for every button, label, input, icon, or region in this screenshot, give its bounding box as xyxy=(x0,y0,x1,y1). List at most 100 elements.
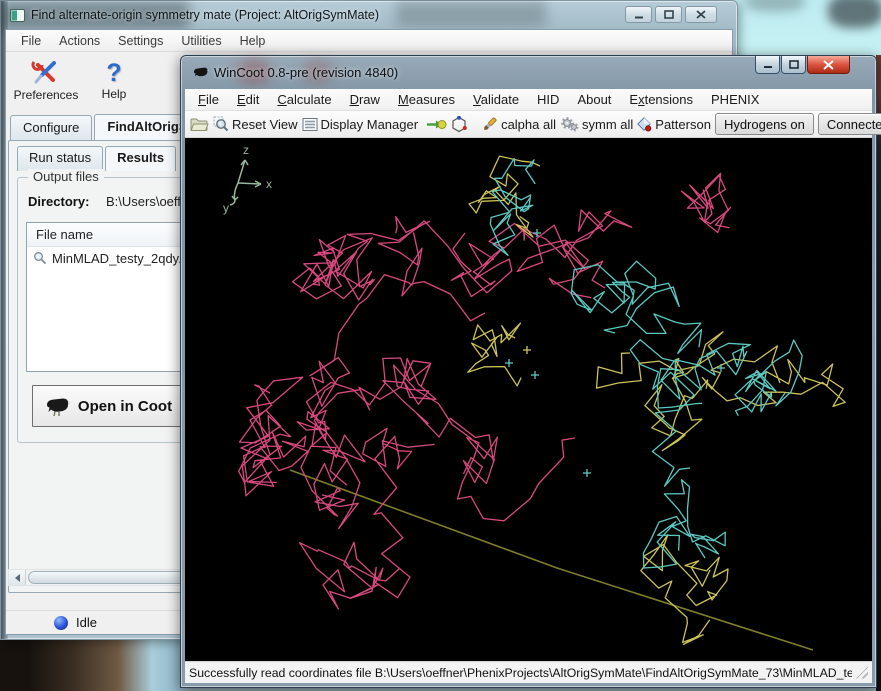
wincoot-menu-bar: FileEditCalculateDrawMeasuresValidateHID… xyxy=(185,89,872,111)
preferences-label: Preferences xyxy=(14,88,79,102)
directory-label: Directory: xyxy=(28,194,89,209)
reset-view-button[interactable]: Reset View xyxy=(213,116,298,132)
menu-item-measures[interactable]: Measures xyxy=(389,90,464,109)
subtab-run-status[interactable]: Run status xyxy=(17,146,103,171)
glass-reflection xyxy=(396,1,546,27)
phenix-window-title: Find alternate-origin symmetry mate (Pro… xyxy=(31,8,379,22)
atom-cross xyxy=(505,359,513,367)
tools-icon xyxy=(31,59,61,87)
menu-item-utilities[interactable]: Utilities xyxy=(172,32,230,50)
calpha-all-button[interactable]: calpha all xyxy=(481,116,556,133)
molecule-icon[interactable] xyxy=(451,116,467,133)
status-idle-label: Idle xyxy=(76,615,97,630)
calpha-trace xyxy=(571,261,701,353)
menu-item-edit[interactable]: Edit xyxy=(228,90,268,109)
display-manager-icon xyxy=(302,117,318,132)
maximize-button[interactable] xyxy=(655,6,682,23)
wallpaper-shape xyxy=(828,0,881,28)
menu-item-extensions[interactable]: Extensions xyxy=(620,90,702,109)
menu-item-calculate[interactable]: Calculate xyxy=(268,90,340,109)
menu-item-about[interactable]: About xyxy=(568,90,620,109)
calpha-trace xyxy=(490,159,535,256)
wincoot-window-controls xyxy=(755,56,850,74)
calpha-trace xyxy=(682,173,731,232)
patterson-button[interactable]: Patterson xyxy=(637,117,711,132)
calpha-trace xyxy=(378,221,511,297)
minimize-button[interactable] xyxy=(755,56,780,74)
help-icon: ? xyxy=(106,60,121,86)
calpha-trace xyxy=(468,323,521,386)
calpha-trace xyxy=(239,377,308,496)
symm-all-label: symm all xyxy=(582,117,633,132)
open-folder-icon[interactable] xyxy=(190,117,209,132)
connected-to-phenix-button[interactable]: Connected to PHENIX xyxy=(818,113,881,135)
wincoot-window-title: WinCoot 0.8-pre (revision 4840) xyxy=(214,65,398,80)
open-in-coot-label: Open in Coot xyxy=(78,398,172,415)
scroll-left-arrow[interactable] xyxy=(9,570,26,585)
svg-text:x: x xyxy=(266,177,272,191)
calpha-trace xyxy=(300,428,435,609)
desktop: Find alternate-origin symmetry mate (Pro… xyxy=(0,0,881,691)
svg-text:z: z xyxy=(243,143,249,157)
wallpaper-bottom-left xyxy=(0,636,183,691)
subtab-results[interactable]: Results xyxy=(105,146,176,171)
molecule-viewport[interactable]: x z y xyxy=(185,138,872,661)
open-in-coot-button[interactable]: Open in Coot xyxy=(32,385,184,427)
fetch-arrow-icon[interactable] xyxy=(426,118,447,131)
phenix-subtab-row: Run status Results xyxy=(17,146,176,171)
menu-item-file[interactable]: File xyxy=(189,90,228,109)
calpha-trace xyxy=(643,480,725,568)
status-message: Successfully read coordinates file B:\Us… xyxy=(189,666,852,680)
help-label: Help xyxy=(102,87,127,101)
output-files-label: Output files xyxy=(28,169,104,184)
menu-item-file[interactable]: File xyxy=(12,32,50,50)
coot-bird-icon xyxy=(44,395,72,417)
calpha-trace xyxy=(383,359,575,521)
menu-item-actions[interactable]: Actions xyxy=(50,32,109,50)
close-button[interactable] xyxy=(807,56,850,74)
calpha-all-label: calpha all xyxy=(501,117,556,132)
paintbrush-icon xyxy=(481,116,498,133)
menu-item-help[interactable]: Help xyxy=(231,32,275,50)
symm-all-button[interactable]: symm all xyxy=(560,116,633,132)
cell-edge-line xyxy=(290,470,813,650)
menu-item-validate[interactable]: Validate xyxy=(464,90,528,109)
preferences-button[interactable]: Preferences xyxy=(10,54,82,106)
magnifier-icon xyxy=(213,116,229,132)
svg-text:y: y xyxy=(223,201,229,215)
magnifier-icon xyxy=(33,251,47,265)
patterson-label: Patterson xyxy=(655,117,711,132)
tab-configure[interactable]: Configure xyxy=(10,115,92,140)
wincoot-window: WinCoot 0.8-pre (revision 4840) FileEdit… xyxy=(180,55,877,688)
phenix-window-controls xyxy=(625,6,717,23)
minimize-button[interactable] xyxy=(625,6,652,23)
menu-item-settings[interactable]: Settings xyxy=(109,32,172,50)
display-manager-label: Display Manager xyxy=(321,117,419,132)
wincoot-status-bar: Successfully read coordinates file B:\Us… xyxy=(185,661,872,683)
wallpaper-shape xyxy=(745,0,805,12)
diamond-icon xyxy=(637,117,652,132)
atom-cross xyxy=(583,469,591,477)
molecule-wireframe: x z y xyxy=(185,138,874,663)
calpha-trace xyxy=(307,358,431,510)
display-manager-button[interactable]: Display Manager xyxy=(302,117,419,132)
calpha-trace xyxy=(641,535,728,645)
reset-view-label: Reset View xyxy=(232,117,298,132)
close-button[interactable] xyxy=(685,6,717,23)
phenix-app-icon xyxy=(10,9,25,22)
axis-gizmo: x z y xyxy=(223,143,272,215)
resize-grip[interactable] xyxy=(856,667,868,679)
wincoot-client-area: FileEditCalculateDrawMeasuresValidateHID… xyxy=(185,89,872,683)
help-button[interactable]: ? Help xyxy=(88,54,140,106)
maximize-button[interactable] xyxy=(781,56,806,74)
gears-icon xyxy=(560,116,579,132)
calpha-trace xyxy=(702,346,845,407)
wincoot-toolbar: Reset View Display Manager xyxy=(185,111,872,138)
atom-cross xyxy=(523,346,531,354)
atom-cross xyxy=(717,364,725,372)
phenix-menu-bar: FileActionsSettingsUtilitiesHelp xyxy=(6,30,732,52)
menu-item-phenix[interactable]: PHENIX xyxy=(702,90,768,109)
hydrogens-toggle-button[interactable]: Hydrogens on xyxy=(715,113,814,135)
menu-item-draw[interactable]: Draw xyxy=(341,90,389,109)
menu-item-hid[interactable]: HID xyxy=(528,90,568,109)
